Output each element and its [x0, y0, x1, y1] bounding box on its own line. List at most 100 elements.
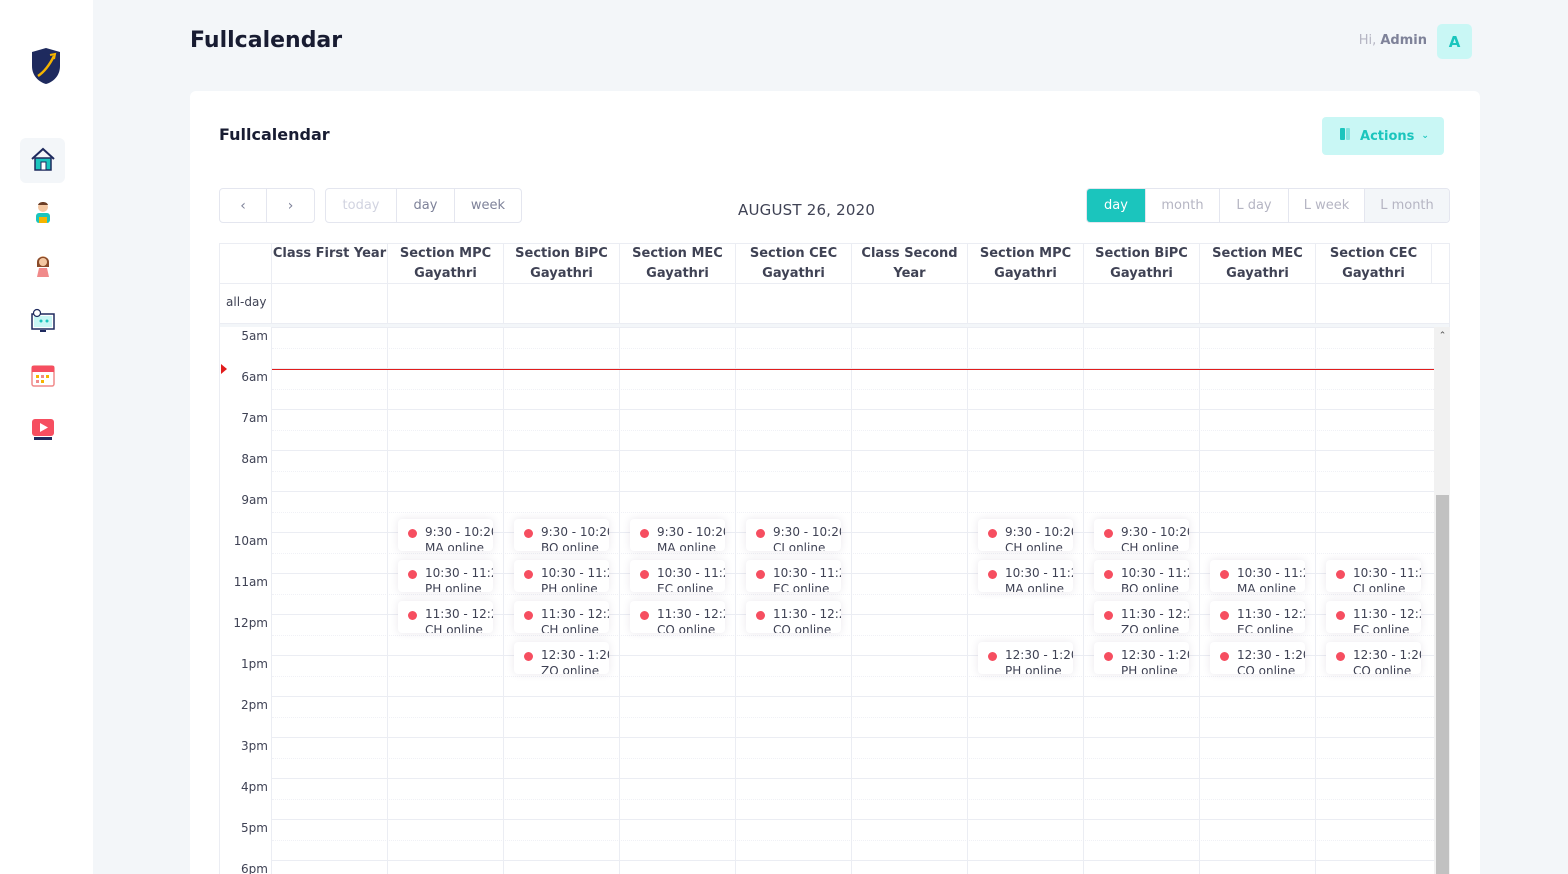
calendar-event[interactable]: 12:30 - 1:20 PH online — [1094, 642, 1189, 674]
calendar-event[interactable]: 11:30 - 12:20 CH online — [514, 601, 609, 633]
event-status-dot-icon — [1104, 611, 1113, 620]
sidebar-item-students[interactable] — [20, 246, 65, 291]
event-status-dot-icon — [1220, 652, 1229, 661]
scrollbar-thumb[interactable] — [1436, 495, 1449, 874]
day-button[interactable]: day — [397, 189, 455, 222]
calendar-event[interactable]: 12:30 - 1:20 ZO online — [514, 642, 609, 674]
event-title: MA online — [1005, 582, 1064, 592]
resource-header-line2: Gayathri — [646, 266, 709, 281]
event-title: PH online — [425, 582, 482, 592]
half-hour-line — [272, 552, 1434, 554]
time-slot-label: 7am — [241, 411, 268, 425]
all-day-cell[interactable] — [735, 284, 851, 323]
calendar-event[interactable]: 11:30 - 12:20 CH online — [398, 601, 493, 633]
column-divider — [1315, 327, 1316, 874]
all-day-cell[interactable] — [1315, 284, 1431, 323]
event-status-dot-icon — [1104, 529, 1113, 538]
calendar-event[interactable]: 10:30 - 11:20 EC online — [746, 560, 841, 592]
calendar-event[interactable]: 9:30 - 10:20 BO online — [514, 519, 609, 551]
calendar-event[interactable]: 10:30 - 11:20 CI online — [1326, 560, 1421, 592]
calendar-event[interactable]: 11:30 - 12:20 CO online — [746, 601, 841, 633]
calendar-event[interactable]: 10:30 - 11:20 PH online — [398, 560, 493, 592]
view-day-button[interactable]: day — [1087, 189, 1146, 222]
calendar-event[interactable]: 9:30 - 10:20 MA online — [630, 519, 725, 551]
event-time: 11:30 - 12:20 — [425, 607, 493, 621]
calendar-event[interactable]: 9:30 - 10:20 CH online — [978, 519, 1073, 551]
half-hour-line — [272, 757, 1434, 759]
all-day-cell[interactable] — [851, 284, 967, 323]
event-status-dot-icon — [756, 529, 765, 538]
time-slot-label: 10am — [233, 534, 268, 548]
half-hour-line — [272, 347, 1434, 349]
week-button[interactable]: week — [455, 189, 521, 222]
resource-header: Section BiPC Gayathri — [503, 244, 619, 284]
page-title: Fullcalendar — [190, 28, 343, 53]
event-time: 10:30 - 11:20 — [1005, 566, 1073, 580]
time-slot-label: 2pm — [241, 698, 268, 712]
scrollbar-spacer — [1431, 244, 1449, 284]
sidebar-item-calendar[interactable] — [20, 354, 65, 399]
calendar-event[interactable]: 9:30 - 10:20 MA online — [398, 519, 493, 551]
time-slot-label: 9am — [241, 493, 268, 507]
hour-line — [272, 450, 1434, 451]
sidebar-item-videos[interactable] — [20, 408, 65, 453]
resource-header: Section MEC Gayathri — [1199, 244, 1315, 284]
view-list-week-button[interactable]: L week — [1289, 189, 1365, 222]
calendar-event[interactable]: 9:30 - 10:20 CH online — [1094, 519, 1189, 551]
all-day-cell[interactable] — [1199, 284, 1315, 323]
column-divider — [1199, 327, 1200, 874]
view-month-button[interactable]: month — [1146, 189, 1220, 222]
time-grid[interactable]: ⌃ 5am 6am 7am 8am 9am 10am 11am 12pm 1pm 2pm 3pm 4p… — [219, 327, 1450, 874]
calendar-event[interactable]: 11:30 - 12:20 EC online — [1326, 601, 1421, 633]
calendar-event[interactable]: 10:30 - 11:20 EC online — [630, 560, 725, 592]
calendar-event[interactable]: 9:30 - 10:20 CI online — [746, 519, 841, 551]
view-list-day-button[interactable]: L day — [1220, 189, 1289, 222]
event-time: 11:30 - 12:20 — [1237, 607, 1305, 621]
video-icon — [29, 415, 57, 447]
calendar-event[interactable]: 10:30 - 11:20 BO online — [1094, 560, 1189, 592]
today-button[interactable]: today — [326, 189, 397, 222]
resource-header-line1: Section MPC — [399, 246, 492, 261]
prev-button[interactable]: ‹ — [220, 189, 267, 222]
calendar-event[interactable]: 12:30 - 1:20 CO online — [1210, 642, 1305, 674]
event-status-dot-icon — [640, 529, 649, 538]
calendar-event[interactable]: 11:30 - 12:20 EC online — [1210, 601, 1305, 633]
all-day-cell[interactable] — [271, 284, 387, 323]
student-icon — [29, 253, 57, 285]
sidebar-item-teachers[interactable] — [20, 192, 65, 237]
event-status-dot-icon — [1104, 570, 1113, 579]
hour-line — [272, 860, 1434, 861]
event-status-dot-icon — [756, 611, 765, 620]
all-day-cell[interactable] — [503, 284, 619, 323]
all-day-cell[interactable] — [387, 284, 503, 323]
scroll-up-arrow-icon[interactable]: ⌃ — [1434, 329, 1450, 343]
calendar-event[interactable]: 11:30 - 12:20 ZO online — [1094, 601, 1189, 633]
resource-header-line2: Gayathri — [994, 266, 1057, 281]
sidebar-item-home[interactable] — [20, 138, 65, 183]
view-list-month-button[interactable]: L month — [1365, 189, 1449, 222]
time-slot-label: 5pm — [241, 821, 268, 835]
next-button[interactable]: › — [267, 189, 314, 222]
event-time: 10:30 - 11:20 — [657, 566, 725, 580]
event-status-dot-icon — [1336, 570, 1345, 579]
calendar-event[interactable]: 12:30 - 1:20 CO online — [1326, 642, 1421, 674]
all-day-cell[interactable] — [967, 284, 1083, 323]
calendar-event[interactable]: 11:30 - 12:20 CO online — [630, 601, 725, 633]
event-status-dot-icon — [640, 570, 649, 579]
app-logo[interactable] — [28, 46, 64, 86]
calendar-event[interactable]: 10:30 - 11:20 MA online — [978, 560, 1073, 592]
event-status-dot-icon — [524, 652, 533, 661]
resource-header: Section BiPC Gayathri — [1083, 244, 1199, 284]
event-time: 12:30 - 1:20 — [1121, 648, 1189, 662]
sidebar-item-online-classes[interactable] — [20, 300, 65, 345]
event-time: 9:30 - 10:20 — [773, 525, 841, 539]
all-day-cell[interactable] — [619, 284, 735, 323]
calendar-event[interactable]: 10:30 - 11:20 MA online — [1210, 560, 1305, 592]
actions-button[interactable]: Actions ⌄ — [1322, 117, 1444, 155]
calendar-event[interactable]: 10:30 - 11:20 PH online — [514, 560, 609, 592]
avatar[interactable]: A — [1437, 24, 1472, 59]
event-time: 10:30 - 11:20 — [541, 566, 609, 580]
time-slot-label: 6pm — [241, 862, 268, 874]
calendar-event[interactable]: 12:30 - 1:20 PH online — [978, 642, 1073, 674]
all-day-cell[interactable] — [1083, 284, 1199, 323]
